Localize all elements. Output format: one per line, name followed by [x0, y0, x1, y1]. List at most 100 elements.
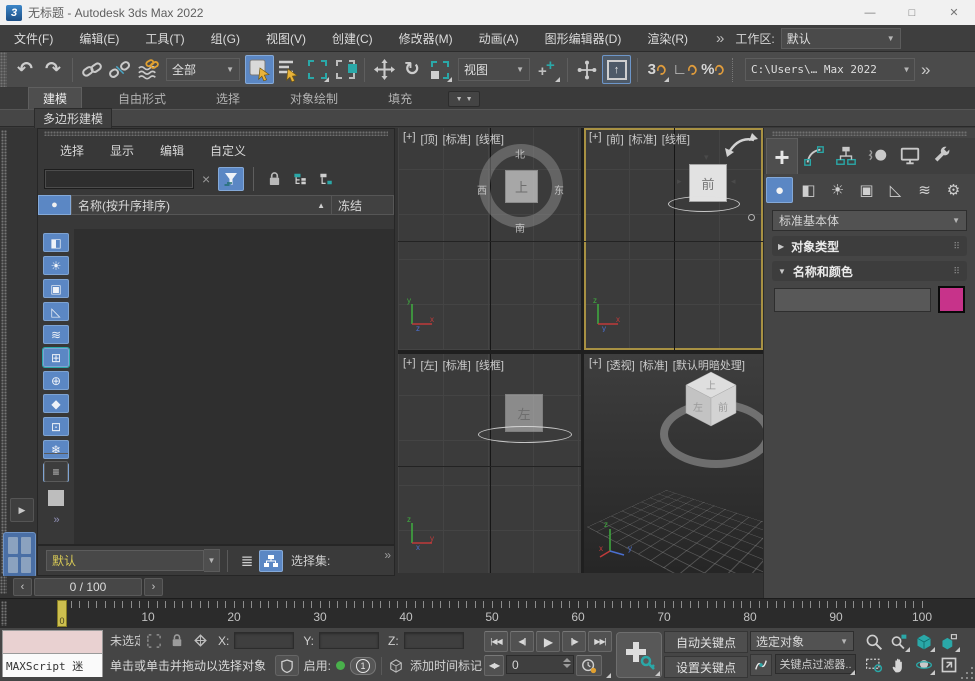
selection-lock-toggle[interactable] — [168, 633, 186, 649]
menu-item[interactable]: 组(G) — [211, 30, 240, 47]
minimize-button[interactable]: — — [849, 0, 891, 25]
undo-button[interactable]: ↶ — [12, 56, 38, 83]
maximize-button[interactable]: □ — [891, 0, 933, 25]
filter-lights-icon[interactable]: ☀ — [43, 256, 69, 275]
next-frame-arrow[interactable]: › — [144, 578, 163, 596]
expand-all-button[interactable] — [289, 169, 311, 189]
ribbon-tab-selection[interactable]: 选择 — [202, 88, 254, 109]
time-slider-field[interactable]: 0 / 100 — [34, 578, 142, 596]
viewcube-arrow-icon[interactable]: ◂ — [731, 176, 736, 187]
snap-toggle-3d[interactable]: 3C — [644, 56, 670, 83]
expand-panel-button[interactable]: ▶ — [10, 498, 34, 522]
viewport-layout-tabs-button[interactable] — [3, 532, 36, 578]
ribbon-minimize-button[interactable]: ▼▼ — [448, 91, 480, 107]
absolute-mode-transform-toggle[interactable] — [191, 633, 209, 649]
zoom-extents-all-button[interactable] — [937, 631, 961, 653]
collapse-all-button[interactable] — [315, 169, 337, 189]
current-frame-field[interactable]: 0 — [506, 655, 574, 674]
add-time-tag-label[interactable]: 添加时间标记 — [410, 657, 482, 674]
object-name-input[interactable] — [774, 288, 931, 312]
previous-frame-arrow[interactable]: ‹ — [13, 578, 32, 596]
filter-bones-icon[interactable]: ◆ — [43, 394, 69, 413]
viewport-menu-renderer[interactable]: [标准] — [640, 357, 668, 373]
select-and-move-button[interactable] — [371, 56, 397, 83]
set-key-button[interactable]: 设置关键点 — [664, 656, 748, 678]
maximize-viewport-toggle[interactable] — [937, 654, 961, 676]
reference-coordinate-dropdown[interactable]: 视图 ▼ — [458, 58, 530, 81]
menu-item[interactable]: 图形编辑器(D) — [545, 30, 622, 47]
menu-item[interactable]: 工具(T) — [145, 30, 184, 47]
category-shapes[interactable]: ◧ — [795, 177, 822, 203]
use-pivot-center-button[interactable]: ++ — [535, 56, 561, 83]
ribbon-tab-modeling[interactable]: 建模 — [28, 87, 82, 109]
viewport-menu-shading[interactable]: [线框] — [476, 357, 504, 373]
viewcube-top-face[interactable]: 上 — [505, 170, 538, 203]
zoom-extents-button[interactable] — [912, 631, 936, 653]
viewport-menu-renderer[interactable]: [标准] — [629, 131, 657, 147]
maxscript-mini-listener[interactable]: MAXScript 迷 — [2, 630, 103, 677]
primitive-category-dropdown[interactable]: 标准基本体 ▼ — [772, 210, 967, 231]
z-coordinate-field[interactable] — [404, 632, 464, 649]
keyboard-shortcut-override-toggle[interactable]: ↑ — [602, 55, 631, 84]
go-to-start-button[interactable]: |◀◀ — [484, 631, 508, 652]
frame-spinner[interactable] — [563, 658, 571, 668]
viewcube-arrow-icon[interactable]: ▾ — [704, 152, 709, 163]
viewport-menu-shading[interactable]: [默认明暗处理] — [673, 357, 745, 373]
redo-button[interactable]: ↷ — [40, 56, 66, 83]
rectangular-selection-region-button[interactable] — [304, 56, 330, 83]
angle-snap-toggle[interactable]: ∟C — [672, 56, 698, 83]
menu-item[interactable]: 创建(C) — [332, 30, 373, 47]
maxscript-macro-pane[interactable] — [3, 631, 102, 654]
viewport-menu-pov[interactable]: [前] — [607, 131, 624, 147]
explorer-search-input[interactable] — [44, 169, 194, 189]
viewport-top[interactable]: [+] [顶] [标准] [线框] 北 南 西 东 上 yxz — [398, 128, 581, 350]
auto-key-button[interactable]: 自动关键点 — [664, 631, 748, 653]
select-and-scale-button[interactable] — [427, 56, 453, 83]
viewport-menu-general[interactable]: [+] — [403, 131, 416, 147]
toolbar-overflow-icon[interactable]: » — [921, 60, 929, 80]
app-icon[interactable]: 3 — [6, 5, 22, 21]
time-slider-grip[interactable] — [0, 576, 7, 594]
category-helpers[interactable]: ◺ — [882, 177, 909, 203]
explorer-menu-item[interactable]: 自定义 — [210, 142, 246, 159]
explorer-menu-item[interactable]: 显示 — [110, 142, 134, 159]
menu-item[interactable]: 渲染(R) — [647, 30, 688, 47]
menu-item[interactable]: 视图(V) — [266, 30, 306, 47]
category-spacewarps[interactable]: ≋ — [911, 177, 938, 203]
tab-modify[interactable] — [798, 138, 830, 174]
time-configuration-button[interactable] — [576, 655, 602, 676]
filter-xrefs-icon[interactable]: ⊕ — [43, 371, 69, 390]
close-button[interactable]: ✕ — [933, 0, 975, 25]
rollout-object-type[interactable]: ▶ 对象类型 ⠿ — [772, 236, 967, 256]
filter-spacewarps-icon[interactable]: ≋ — [43, 325, 69, 344]
key-mode-toggle[interactable]: ◀▶ — [484, 655, 504, 676]
strip-overflow-icon[interactable]: » — [53, 514, 58, 526]
filter-button[interactable] — [218, 167, 244, 191]
pan-button[interactable] — [887, 654, 911, 676]
explorer-object-list[interactable] — [74, 229, 394, 544]
ribbon-tab-object-paint[interactable]: 对象绘制 — [276, 88, 352, 109]
column-header-name[interactable]: 名称(按升序排序) ▲ — [71, 195, 332, 215]
viewport-menu-renderer[interactable]: [标准] — [443, 357, 471, 373]
key-filters-button[interactable]: 关键点过滤器.. — [775, 654, 856, 674]
viewport-menu-general[interactable]: [+] — [589, 357, 602, 373]
selection-set-caret-button[interactable]: ▼ — [204, 549, 220, 572]
select-object-button[interactable] — [245, 55, 274, 84]
adaptive-degradation-button[interactable] — [275, 655, 299, 676]
previous-frame-button[interactable]: ◀|| — [510, 631, 534, 652]
explorer-menu-item[interactable]: 选择 — [60, 142, 84, 159]
viewport-menu-general[interactable]: [+] — [589, 131, 602, 147]
viewport-menu-pov[interactable]: [顶] — [421, 131, 438, 147]
maxscript-listener-pane[interactable]: MAXScript 迷 — [3, 654, 102, 677]
project-folder-dropdown[interactable]: C:\Users\… Max 2022 ▼ — [745, 58, 915, 81]
viewcube-3d[interactable]: 上 左 前 — [680, 368, 742, 434]
isolate-selection-button[interactable]: 1 — [350, 657, 376, 675]
viewcube-arrow-icon[interactable]: ▸ — [677, 176, 682, 187]
selection-lock-region-icon[interactable] — [145, 633, 163, 649]
filter-groups-icon[interactable]: ⊞ — [43, 348, 69, 367]
tab-create[interactable]: + — [766, 138, 798, 174]
filter-containers-icon[interactable]: ⊡ — [43, 417, 69, 436]
menu-overflow-icon[interactable]: » — [716, 30, 723, 47]
window-resize-grip[interactable] — [959, 665, 973, 679]
viewport-menu-shading[interactable]: [线框] — [476, 131, 504, 147]
